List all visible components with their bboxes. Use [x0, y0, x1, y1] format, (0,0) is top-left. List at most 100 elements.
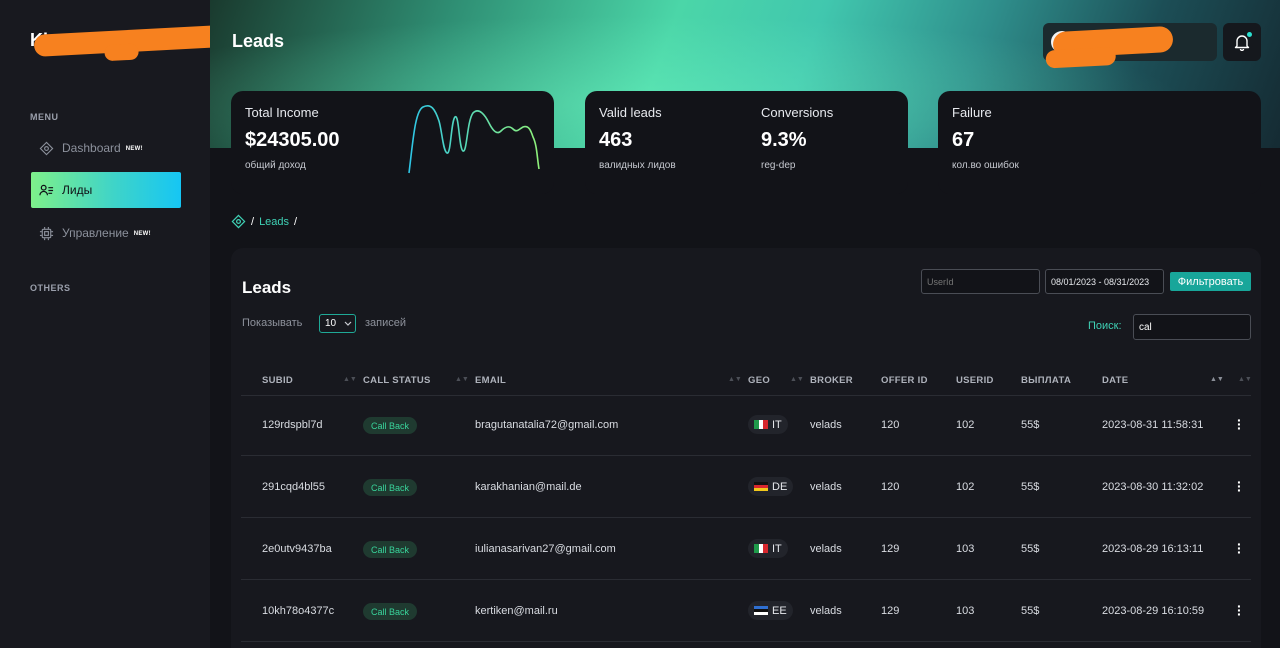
- chip-icon: [39, 226, 54, 240]
- card-label: Conversions: [761, 105, 834, 120]
- column-header[interactable]: BROKER: [810, 375, 853, 386]
- search-input[interactable]: cal: [1133, 314, 1251, 340]
- flag-ee-icon: [754, 606, 768, 615]
- breadcrumb-separator: /: [251, 215, 255, 228]
- column-header[interactable]: EMAIL: [475, 375, 506, 386]
- cell-subid: 2e0utv9437ba: [262, 543, 332, 555]
- leads-conversions-card: Valid leads 463 валидных лидов Conversio…: [585, 91, 908, 194]
- new-badge: NEW!: [133, 231, 151, 237]
- card-value: 67: [952, 129, 975, 151]
- cell-date: 2023-08-31 11:58:31: [1102, 419, 1204, 431]
- leads-title: Leads: [242, 278, 292, 297]
- cell-offer-id: 120: [881, 481, 900, 493]
- sort-icon[interactable]: ▲▼: [1238, 376, 1252, 383]
- cell-date: 2023-08-29 16:13:11: [1102, 543, 1204, 555]
- geo-badge: IT: [748, 415, 788, 434]
- geo-badge: IT: [748, 539, 788, 558]
- cell-userid: 102: [956, 419, 975, 431]
- sidebar-item-management[interactable]: Управление NEW!: [31, 215, 181, 251]
- sidebar: Ki MENU Dashboard NEW! Лиды Управление N…: [0, 0, 223, 648]
- geo-code: IT: [772, 418, 782, 431]
- column-header[interactable]: SUBID: [262, 375, 293, 386]
- redaction-mark: [1052, 25, 1174, 59]
- cell-offer-id: 129: [881, 605, 900, 617]
- more-actions-icon[interactable]: · · ·: [1237, 475, 1243, 497]
- sidebar-item-leads[interactable]: Лиды: [31, 172, 181, 208]
- table-divider: [241, 579, 1251, 580]
- page-size-select[interactable]: 10: [319, 314, 356, 333]
- others-section-label: OTHERS: [30, 283, 71, 293]
- filter-button[interactable]: Фильтровать: [1170, 272, 1251, 291]
- cell-broker: velads: [810, 419, 842, 431]
- status-badge: Call Back: [363, 603, 418, 620]
- card-subtitle: reg-dep: [761, 160, 796, 171]
- search-label: Поиск:: [1088, 320, 1122, 332]
- table-divider: [241, 395, 1251, 396]
- page-title: Leads: [232, 31, 285, 51]
- card-value: 463: [599, 129, 633, 151]
- cell-payout: 55$: [1021, 481, 1040, 493]
- flag-it-icon: [754, 544, 768, 553]
- chevron-down-icon: [344, 321, 352, 326]
- status-badge: Call Back: [363, 541, 418, 558]
- column-header[interactable]: USERID: [956, 375, 994, 386]
- card-label: Valid leads: [599, 105, 662, 120]
- cell-email: karakhanian@mail.de: [475, 481, 582, 493]
- userid-input[interactable]: [921, 269, 1040, 294]
- status-badge: Call Back: [363, 417, 418, 434]
- total-income-card: Total Income $24305.00 общий доход: [231, 91, 554, 194]
- sidebar-item-label: Управление: [62, 226, 129, 240]
- more-actions-icon[interactable]: · · ·: [1237, 413, 1243, 435]
- flag-it-icon: [754, 420, 768, 429]
- date-range-input[interactable]: 08/01/2023 - 08/31/2023: [1045, 269, 1164, 294]
- income-sparkline: [408, 105, 540, 174]
- column-header[interactable]: CALL STATUS: [363, 375, 431, 386]
- user-menu[interactable]: [1043, 23, 1217, 61]
- column-header[interactable]: GEO: [748, 375, 770, 386]
- geo-code: DE: [772, 480, 788, 493]
- sort-icon[interactable]: ▲▼: [455, 376, 469, 383]
- card-subtitle: общий доход: [245, 160, 306, 171]
- sort-icon[interactable]: ▲▼: [790, 376, 804, 383]
- notifications-button[interactable]: [1223, 23, 1261, 61]
- page-size-value: 10: [325, 318, 337, 329]
- card-subtitle: валидных лидов: [599, 160, 676, 171]
- cell-date: 2023-08-30 11:32:02: [1102, 481, 1204, 493]
- cell-payout: 55$: [1021, 605, 1040, 617]
- breadcrumb-separator: /: [294, 215, 298, 228]
- logo[interactable]: Ki: [30, 25, 223, 57]
- cell-email: bragutanatalia72@gmail.com: [475, 419, 619, 431]
- cell-userid: 102: [956, 481, 975, 493]
- status-badge: Call Back: [363, 479, 418, 496]
- cell-payout: 55$: [1021, 543, 1040, 555]
- cell-subid: 291cqd4bl55: [262, 481, 326, 493]
- redaction-mark: [33, 25, 223, 57]
- cell-broker: velads: [810, 481, 842, 493]
- more-actions-icon[interactable]: · · ·: [1237, 537, 1243, 559]
- card-value: $24305.00: [245, 129, 340, 151]
- table-divider: [241, 455, 1251, 456]
- sidebar-item-label: Dashboard: [62, 141, 121, 155]
- records-label: записей: [365, 317, 407, 329]
- home-icon[interactable]: [231, 214, 246, 229]
- sort-icon[interactable]: ▲▼: [1210, 376, 1224, 383]
- cell-broker: velads: [810, 543, 842, 555]
- column-header[interactable]: ВЫПЛАТА: [1021, 375, 1071, 386]
- breadcrumb: / Leads /: [231, 214, 297, 229]
- leads-panel: [231, 248, 1261, 648]
- column-header[interactable]: DATE: [1102, 375, 1128, 386]
- cell-subid: 129rdspbl7d: [262, 419, 323, 431]
- show-label: Показывать: [242, 317, 303, 329]
- card-subtitle: кол.во ошибок: [952, 160, 1019, 171]
- column-header[interactable]: OFFER ID: [881, 375, 928, 386]
- sidebar-item-dashboard[interactable]: Dashboard NEW!: [31, 130, 181, 166]
- card-value: 9.3%: [761, 129, 807, 151]
- more-actions-icon[interactable]: · · ·: [1237, 599, 1243, 621]
- breadcrumb-leads-link[interactable]: Leads: [259, 216, 289, 228]
- cell-offer-id: 120: [881, 419, 900, 431]
- sort-icon[interactable]: ▲▼: [343, 376, 357, 383]
- geo-badge: DE: [748, 477, 794, 496]
- cell-email: iulianasarivan27@gmail.com: [475, 543, 616, 555]
- sort-icon[interactable]: ▲▼: [728, 376, 742, 383]
- table-divider: [241, 641, 1251, 642]
